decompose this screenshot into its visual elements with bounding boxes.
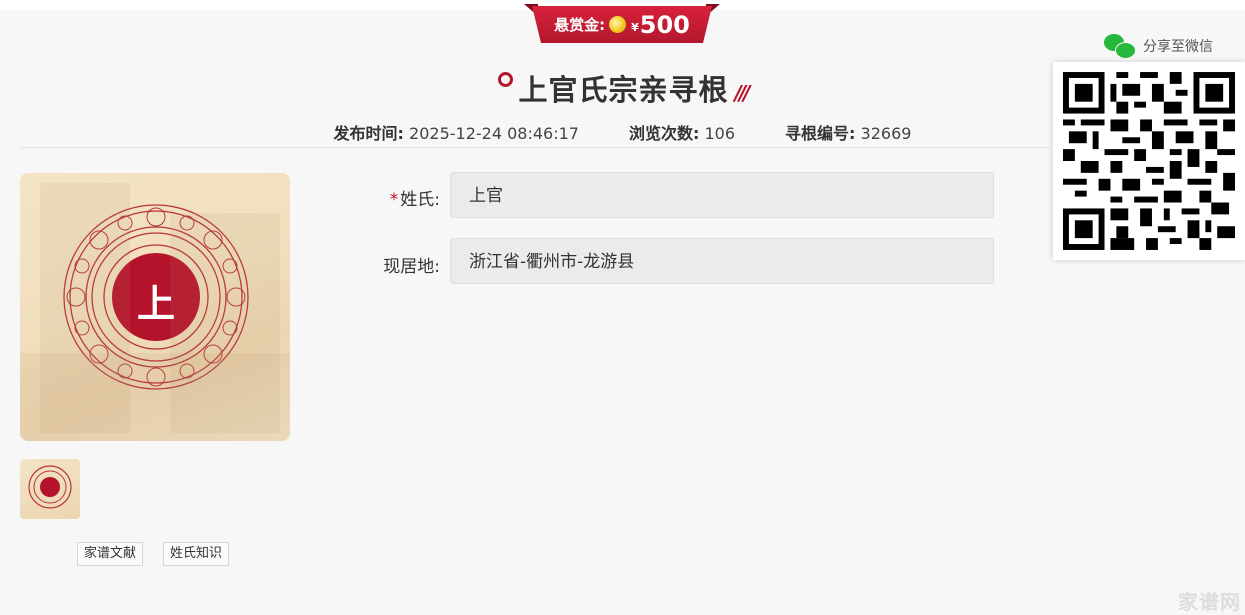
search-id-value: 32669 xyxy=(860,124,912,143)
residence-field-label: 现居地: xyxy=(383,257,440,277)
slash-decoration-icon: /// xyxy=(734,81,751,105)
view-count-value: 106 xyxy=(704,124,736,143)
share-wechat-button[interactable]: 分享至微信 xyxy=(1104,34,1213,59)
required-mark: * xyxy=(389,190,399,210)
main-photo[interactable]: 上 xyxy=(20,173,290,441)
reward-label: 悬赏金: xyxy=(554,16,606,34)
qr-code-icon xyxy=(1063,72,1235,250)
view-count: 浏览次数: 106 xyxy=(629,120,735,144)
reward-ribbon: 悬赏金: ¥ 500 xyxy=(524,2,720,44)
reward-banner: 悬赏金: ¥ 500 xyxy=(532,6,712,43)
wechat-icon xyxy=(1104,34,1136,59)
surname-emblem-thumb-icon xyxy=(28,465,72,509)
photo-thumbnail[interactable] xyxy=(20,459,80,519)
residence-field[interactable]: 浙江省-衢州市-龙游县 xyxy=(450,238,994,284)
site-watermark: 家谱网 xyxy=(1178,590,1241,614)
publish-time-label: 发布时间: xyxy=(333,124,404,143)
publish-time: 发布时间: 2025-12-24 08:46:17 xyxy=(334,120,579,144)
surname-field-label: * 姓氏: xyxy=(330,185,440,210)
page-title: 上官氏宗亲寻根 xyxy=(518,73,729,107)
surname-char: 上 xyxy=(136,281,175,326)
header-divider xyxy=(20,147,1050,148)
share-label: 分享至微信 xyxy=(1143,39,1213,55)
qr-code-panel xyxy=(1053,62,1245,260)
reward-amount: 500 xyxy=(639,10,690,39)
tag-surname-knowledge[interactable]: 姓氏知识 xyxy=(163,542,230,566)
view-count-label: 浏览次数: xyxy=(628,124,700,143)
coin-icon xyxy=(609,16,627,33)
surname-field[interactable]: 上官 xyxy=(450,172,994,218)
search-id: 寻根编号: 32669 xyxy=(785,120,911,144)
reward-currency: ¥ xyxy=(631,21,639,34)
publish-time-value: 2025-12-24 08:46:17 xyxy=(409,124,579,143)
surname-label-text: 姓氏: xyxy=(400,190,440,210)
tag-genealogy-docs[interactable]: 家谱文献 xyxy=(77,542,144,566)
search-id-label: 寻根编号: xyxy=(785,124,856,143)
ring-icon xyxy=(497,71,513,87)
